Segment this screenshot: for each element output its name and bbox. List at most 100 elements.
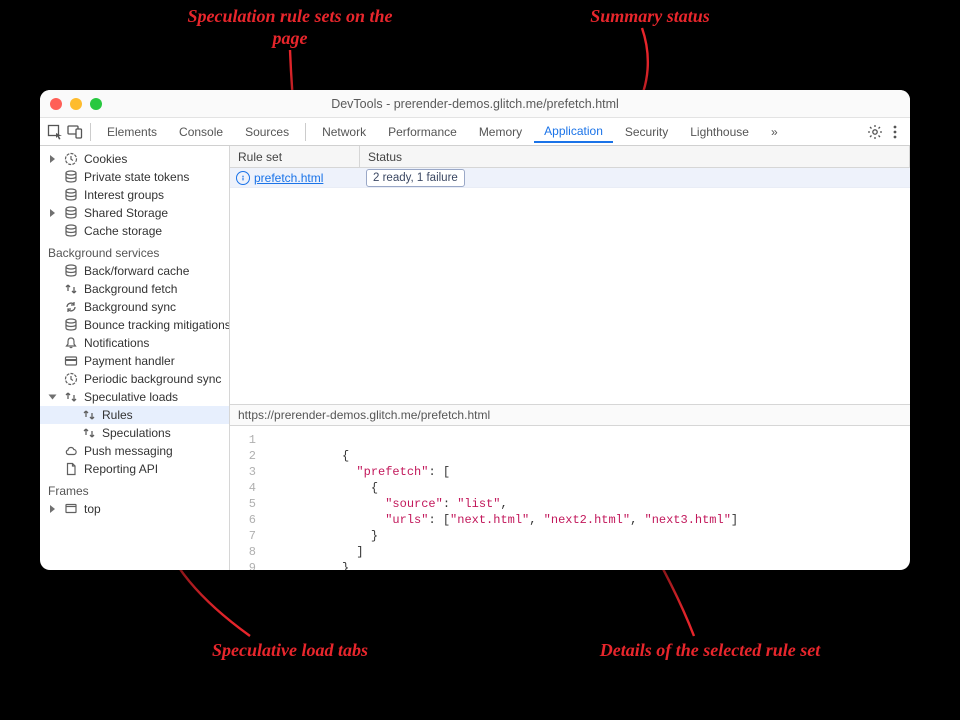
db-icon — [64, 188, 78, 202]
sidebar-item-private-state-tokens[interactable]: Private state tokens — [40, 168, 229, 186]
tab-sources[interactable]: Sources — [235, 121, 299, 143]
sidebar-item-push-messaging[interactable]: Push messaging — [40, 442, 229, 460]
tab-memory[interactable]: Memory — [469, 121, 532, 143]
sidebar-item-label: Bounce tracking mitigations — [84, 318, 229, 332]
tab-application[interactable]: Application — [534, 120, 613, 143]
window-titlebar: DevTools - prerender-demos.glitch.me/pre… — [40, 90, 910, 118]
application-sidebar: Cookies Private state tokens Interest grou… — [40, 146, 230, 570]
device-toolbar-icon[interactable] — [66, 123, 84, 141]
tab-network[interactable]: Network — [312, 121, 376, 143]
inspect-icon[interactable] — [46, 123, 64, 141]
traffic-lights — [50, 98, 102, 110]
db-icon — [64, 206, 78, 220]
sidebar-item-frame-top[interactable]: top — [40, 500, 229, 518]
db-icon — [64, 224, 78, 238]
annotation-details: Details of the selected rule set — [560, 640, 860, 662]
chevron-icon — [50, 155, 55, 163]
sync-icon — [64, 300, 78, 314]
chevron-icon — [49, 395, 57, 400]
ruleset-name: prefetch.html — [254, 171, 323, 185]
sidebar-item-label: Periodic background sync — [84, 372, 221, 386]
column-ruleset[interactable]: Rule set — [230, 146, 360, 167]
sidebar-heading-frames: Frames — [40, 478, 229, 500]
sidebar-item-label: Push messaging — [84, 444, 173, 458]
more-menu-icon[interactable] — [886, 123, 904, 141]
tab-console[interactable]: Console — [169, 121, 233, 143]
sidebar-item-label: Back/forward cache — [84, 264, 189, 278]
sidebar-item-label: top — [84, 502, 101, 516]
ruleset-status-icon — [236, 171, 250, 185]
arrows-icon — [64, 282, 78, 296]
sidebar-item-reporting-api[interactable]: Reporting API — [40, 460, 229, 478]
sidebar-item-cookies[interactable]: Cookies — [40, 150, 229, 168]
sidebar-item-label: Background sync — [84, 300, 176, 314]
db-icon — [64, 318, 78, 332]
sidebar-item-speculations[interactable]: Speculations — [40, 424, 229, 442]
tab-security[interactable]: Security — [615, 121, 678, 143]
sidebar-item-label: Speculative loads — [84, 390, 178, 404]
sidebar-item-background-sync[interactable]: Background sync — [40, 298, 229, 316]
sidebar-item-bounce-tracking[interactable]: Bounce tracking mitigations — [40, 316, 229, 334]
sidebar-item-label: Notifications — [84, 336, 149, 350]
sidebar-item-cache-storage[interactable]: Cache storage — [40, 222, 229, 240]
clock-icon — [64, 372, 78, 386]
sidebar-item-label: Payment handler — [84, 354, 175, 368]
clock-icon — [64, 152, 78, 166]
window-title: DevTools - prerender-demos.glitch.me/pre… — [40, 97, 910, 111]
sidebar-item-shared-storage[interactable]: Shared Storage — [40, 204, 229, 222]
sidebar-item-label: Rules — [102, 408, 133, 422]
sidebar-item-notifications[interactable]: Notifications — [40, 334, 229, 352]
sidebar-item-label: Background fetch — [84, 282, 177, 296]
ruleset-status-cell: 2 ready, 1 failure — [360, 169, 910, 187]
code-body[interactable]: { "prefetch": [ { "source": "list", "url… — [262, 426, 738, 570]
bell-icon — [64, 336, 78, 350]
ruleset-url: https://prerender-demos.glitch.me/prefet… — [230, 404, 910, 426]
tab-overflow[interactable]: » — [761, 121, 788, 143]
sidebar-item-label: Cookies — [84, 152, 127, 166]
devtools-window: DevTools - prerender-demos.glitch.me/pre… — [40, 90, 910, 570]
db-icon — [64, 170, 78, 184]
sidebar-item-label: Reporting API — [84, 462, 158, 476]
tab-elements[interactable]: Elements — [97, 121, 167, 143]
tab-divider — [90, 123, 91, 141]
rules-table-body: prefetch.html 2 ready, 1 failure — [230, 168, 910, 404]
doc-icon — [64, 462, 78, 476]
ruleset-link[interactable]: prefetch.html — [230, 171, 360, 185]
sidebar-item-label: Private state tokens — [84, 170, 189, 184]
cloud-icon — [64, 444, 78, 458]
rules-table-row[interactable]: prefetch.html 2 ready, 1 failure — [230, 168, 910, 188]
sidebar-item-label: Interest groups — [84, 188, 164, 202]
annotation-tabs: Speculative load tabs — [180, 640, 400, 662]
status-badge[interactable]: 2 ready, 1 failure — [366, 169, 465, 187]
annotation-summary: Summary status — [560, 6, 740, 28]
db-icon — [64, 264, 78, 278]
tab-performance[interactable]: Performance — [378, 121, 467, 143]
sidebar-item-periodic-bg-sync[interactable]: Periodic background sync — [40, 370, 229, 388]
rules-panel: Rule set Status prefetch.html 2 ready, 1… — [230, 146, 910, 570]
arrows-icon — [64, 390, 78, 404]
arrows-icon — [82, 408, 96, 422]
annotation-rulesets: Speculation rule sets on the page — [180, 6, 400, 49]
settings-icon[interactable] — [866, 123, 884, 141]
code-gutter: 123456789 — [230, 426, 262, 570]
rules-table-header: Rule set Status — [230, 146, 910, 168]
sidebar-item-payment-handler[interactable]: Payment handler — [40, 352, 229, 370]
sidebar-item-label: Speculations — [102, 426, 171, 440]
column-status[interactable]: Status — [360, 146, 910, 167]
tab-divider — [305, 123, 306, 141]
sidebar-item-interest-groups[interactable]: Interest groups — [40, 186, 229, 204]
sidebar-item-rules[interactable]: Rules — [40, 406, 229, 424]
chevron-icon — [50, 209, 55, 217]
card-icon — [64, 354, 78, 368]
sidebar-item-speculative-loads[interactable]: Speculative loads — [40, 388, 229, 406]
minimize-window-button[interactable] — [70, 98, 82, 110]
frame-icon — [64, 502, 78, 516]
sidebar-item-label: Shared Storage — [84, 206, 168, 220]
zoom-window-button[interactable] — [90, 98, 102, 110]
devtools-tabs: Elements Console Sources Network Perform… — [40, 118, 910, 146]
close-window-button[interactable] — [50, 98, 62, 110]
tab-lighthouse[interactable]: Lighthouse — [680, 121, 759, 143]
sidebar-item-background-fetch[interactable]: Background fetch — [40, 280, 229, 298]
sidebar-item-back-forward-cache[interactable]: Back/forward cache — [40, 262, 229, 280]
arrows-icon — [82, 426, 96, 440]
